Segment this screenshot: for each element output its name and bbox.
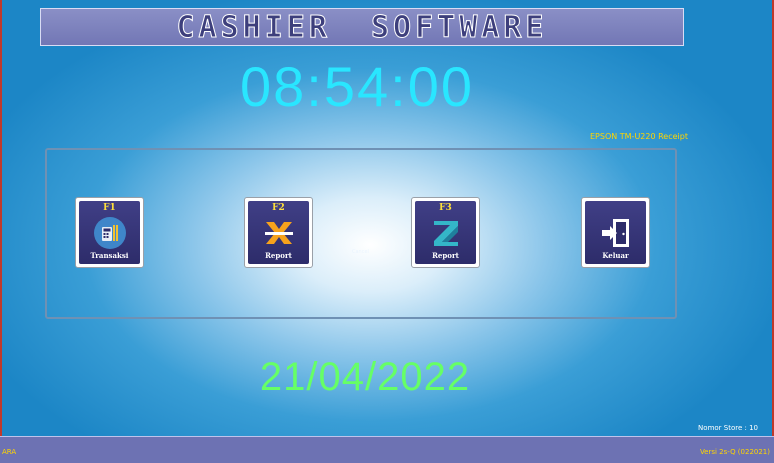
z-report-label: Report <box>432 251 459 260</box>
transaksi-label: Transaksi <box>90 251 129 260</box>
keluar-button-face: Keluar <box>585 201 646 264</box>
x-report-button-face: F2 Report <box>248 201 309 264</box>
hotkey-label: F3 <box>439 203 452 213</box>
cash-register-icon <box>93 217 126 249</box>
x-report-icon <box>264 222 293 244</box>
app-title: CASHIER SOFTWARE <box>176 9 548 45</box>
title-banner: CASHIER SOFTWARE <box>40 8 684 46</box>
status-left-text: ARA <box>2 448 17 456</box>
transaksi-button-face: F1 Transaksi <box>79 201 140 264</box>
hotkey-label: F1 <box>103 203 116 213</box>
exit-door-icon <box>601 219 629 247</box>
clock-display: 08:54:00 <box>240 55 474 118</box>
cancel-label: Cancel <box>352 249 369 255</box>
version-label: Versi 2s-Q (022021) <box>699 448 770 456</box>
x-report-label: Report <box>265 251 292 260</box>
date-display: 21/04/2022 <box>259 355 471 399</box>
keluar-button[interactable]: Keluar <box>581 197 650 268</box>
z-report-icon <box>433 221 458 246</box>
keluar-label: Keluar <box>602 251 629 260</box>
transaksi-button[interactable]: F1 Transaksi <box>75 197 144 268</box>
hotkey-label: F2 <box>272 203 285 213</box>
status-bar: ARA Versi 2s-Q (022021) <box>0 436 774 463</box>
z-report-button[interactable]: F3 Report <box>411 197 480 268</box>
x-report-button[interactable]: F2 Report <box>244 197 313 268</box>
z-report-button-face: F3 Report <box>415 201 476 264</box>
store-number: Nomor Store : 10 <box>698 424 758 432</box>
printer-name: EPSON TM-U220 Receipt <box>589 132 688 141</box>
